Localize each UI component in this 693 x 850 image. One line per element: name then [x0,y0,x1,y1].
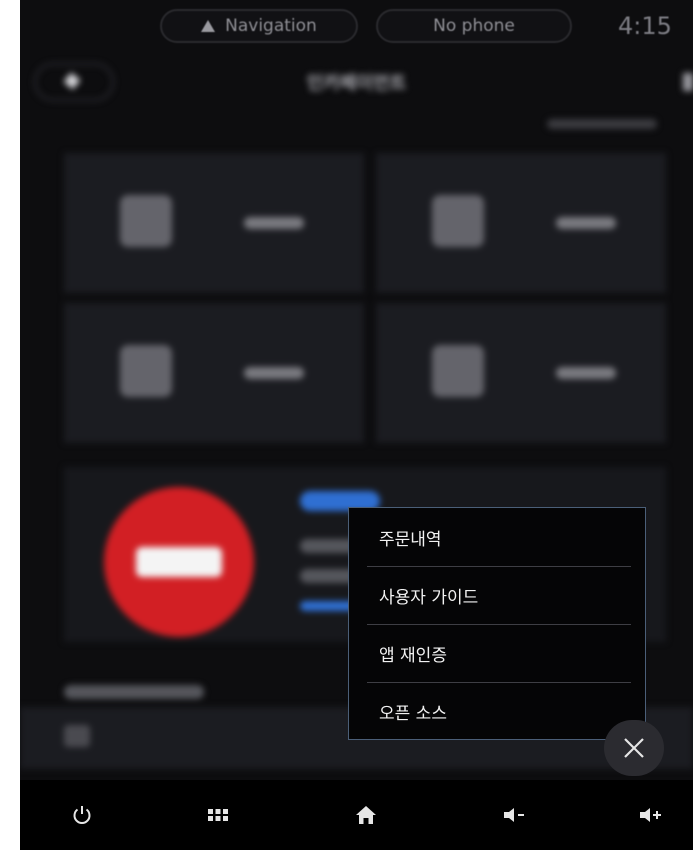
promo-logo [104,487,254,637]
menu-item-user-guide[interactable]: 사용자 가이드 [349,566,645,624]
menu-item-order-history[interactable]: 주문내역 [349,508,645,566]
menu-tile[interactable] [376,303,666,443]
menu-tile[interactable] [64,153,364,293]
phone-status-button[interactable]: No phone [376,9,572,43]
volume-down-icon [504,808,524,822]
context-menu: 주문내역 사용자 가이드 앱 재인증 오픈 소스 [348,507,646,740]
menu-item-reauthenticate[interactable]: 앱 재인증 [349,624,645,682]
tile-label [244,367,304,379]
volume-up-button[interactable] [626,794,674,836]
close-menu-button[interactable] [604,720,664,776]
apps-button[interactable] [194,794,242,836]
phone-status-label: No phone [433,16,515,36]
tile-label [244,217,304,229]
tile-icon [432,195,484,247]
bottom-nav-bar [20,780,693,850]
navigation-label: Navigation [225,16,317,36]
home-icon [356,806,376,824]
power-icon [73,806,91,824]
menu-tile[interactable] [64,303,364,443]
strip-icon [64,725,90,747]
app-title: 인카페이먼트 [306,73,407,94]
apps-grid-icon [208,809,228,821]
navigation-arrow-icon [201,20,216,32]
volume-down-button[interactable] [490,794,538,836]
tile-icon [120,345,172,397]
volume-up-icon [640,808,661,822]
tile-icon [120,195,172,247]
navigation-button[interactable]: Navigation [160,9,358,43]
menu-tile[interactable] [376,153,666,293]
clock: 4:15 [618,12,672,40]
close-icon [624,738,644,758]
section-label [64,685,204,699]
tile-label [556,367,616,379]
tile-icon [432,345,484,397]
power-button[interactable] [58,794,106,836]
header-link[interactable] [547,119,657,129]
head-unit-screen: Navigation No phone 4:15 인카페이먼트 주문내역 사용자… [20,0,693,850]
user-icon[interactable] [683,73,693,91]
home-button[interactable] [342,794,390,836]
menu-item-open-source[interactable]: 오픈 소스 [349,682,645,740]
tile-label [556,217,616,229]
